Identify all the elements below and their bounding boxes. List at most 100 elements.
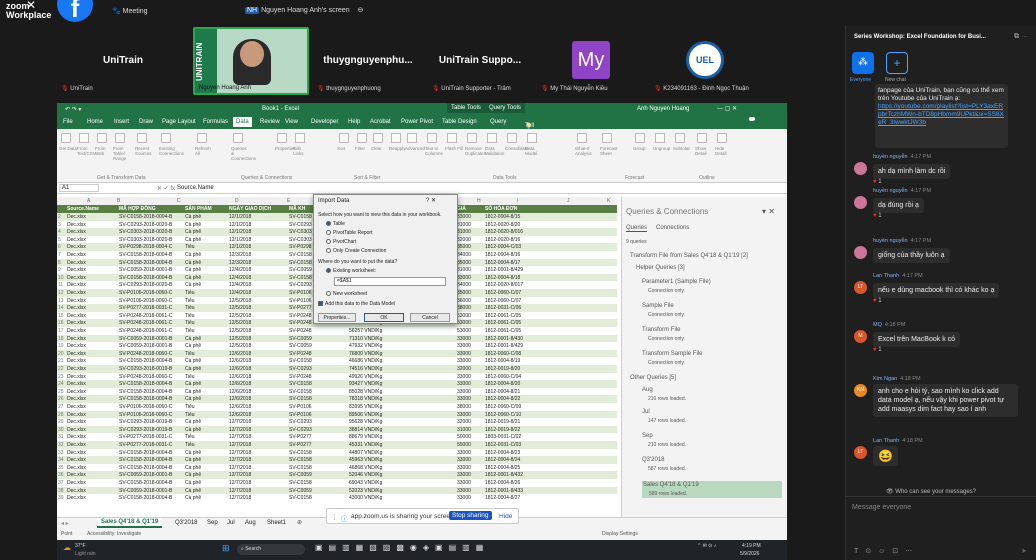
table-cell[interactable]: SV-P0277-2018-0031-C <box>119 305 172 311</box>
table-cell[interactable]: 1812-0061-C/05 <box>485 320 521 326</box>
table-cell[interactable]: 33000 <box>457 389 471 395</box>
participant-tile[interactable]: thuygnguyenphu... 🎙 thuygnguyenphuong <box>313 27 423 94</box>
column-letter[interactable]: K <box>607 198 610 204</box>
table-cell[interactable]: 31000 <box>457 229 471 235</box>
table-cell[interactable]: Cà phê <box>185 336 201 342</box>
table-row[interactable]: 29 Dec.xlsx SV-C0293-2018-0019-B Cà phê 12/7… <box>57 418 617 426</box>
panel-close-icon[interactable]: ▾ ✕ <box>762 207 775 216</box>
table-cell[interactable]: Cà phê <box>185 480 201 486</box>
drag-handle-icon[interactable]: ⋮ <box>331 513 338 521</box>
table-cell[interactable]: SV-C0303-2018-0020-B <box>119 229 172 235</box>
table-row[interactable]: 24 Dec.xlsx SV-C0158-2018-0004-B Cà phê 12/6… <box>57 380 617 388</box>
option-connection-only[interactable]: Only Create Connection <box>326 248 386 254</box>
table-cell[interactable]: 12/1/2018 <box>229 222 251 228</box>
table-cell[interactable]: 36000 <box>457 298 471 304</box>
table-cell[interactable]: SV-P0248 <box>289 320 312 326</box>
table-cell[interactable]: SV-C0059-2018-0001-B <box>119 336 172 342</box>
table-cell[interactable]: Cà phê <box>185 472 201 478</box>
table-cell[interactable]: Dec.xlsx <box>67 351 86 357</box>
table-cell[interactable]: 76800 VND/Kg <box>349 351 382 357</box>
ribbon-button-icon[interactable] <box>447 133 457 143</box>
column-letter[interactable]: J <box>567 198 570 204</box>
table-cell[interactable]: 32000 <box>457 366 471 372</box>
tab-power-pivot[interactable]: Power Pivot <box>401 119 433 125</box>
table-cell[interactable]: 1812-0001-8/430 <box>485 336 523 342</box>
query-item[interactable]: Jul 147 rows loaded. <box>642 409 782 424</box>
table-cell[interactable]: 12/7/2018 <box>229 434 251 440</box>
column-letter[interactable]: E <box>287 198 290 204</box>
tab-query[interactable]: Query <box>490 119 506 125</box>
table-cell[interactable]: 12/7/2018 <box>229 457 251 463</box>
formula-input[interactable]: Source.Name <box>177 185 214 191</box>
query-item[interactable]: Aug 210 rows loaded. <box>642 387 782 402</box>
table-row[interactable]: 39 Dec.xlsx SV-C0158-2018-0004-B Cà phê 12/7… <box>57 494 617 502</box>
table-cell[interactable]: 33000 <box>457 275 471 281</box>
table-cell[interactable]: SV-P0248 <box>289 313 312 319</box>
table-cell[interactable]: SV-P0248-2018-0061-C <box>119 328 172 334</box>
tab-table-design[interactable]: Table Design <box>442 119 477 125</box>
table-cell[interactable]: SV-C0158-2018-0004-B <box>119 480 172 486</box>
ribbon-button-icon[interactable] <box>697 133 707 143</box>
tab-draw[interactable]: Draw <box>139 119 153 125</box>
table-cell[interactable]: 12/7/2018 <box>229 480 251 486</box>
cancel-button[interactable]: Cancel <box>410 313 450 322</box>
table-cell[interactable]: 12/5/2018 <box>229 320 251 326</box>
table-cell[interactable]: 1812-0020-8/016 <box>485 229 523 235</box>
share-title-bar[interactable]: NH Nguyen Hoang Anh's screen ⊖ <box>245 6 363 14</box>
table-row[interactable]: 18 Dec.xlsx SV-C0059-2018-0001-B Cà phê 12/5… <box>57 334 617 343</box>
sheet-tab[interactable]: Q3'2018 <box>175 520 198 526</box>
table-cell[interactable]: 12/4/2018 <box>229 267 251 273</box>
table-cell[interactable]: Dec.xlsx <box>67 434 86 440</box>
table-cell[interactable]: Cà phê <box>185 222 201 228</box>
ribbon-button-icon[interactable] <box>97 133 107 143</box>
table-cell[interactable]: 1812-0060-C/08 <box>485 351 521 357</box>
table-cell[interactable]: 35000 <box>457 260 471 266</box>
table-cell[interactable]: 12/6/2018 <box>229 358 251 364</box>
table-cell[interactable]: 44807 VND/Kg <box>349 450 382 456</box>
ribbon-button-icon[interactable] <box>233 133 243 143</box>
table-cell[interactable]: 35000 <box>457 244 471 250</box>
popout-icon[interactable]: ⧉ ⋯ <box>1014 33 1028 41</box>
column-letter[interactable]: C <box>177 198 181 204</box>
send-icon[interactable]: ➤ <box>1021 547 1027 555</box>
table-cell[interactable]: SV-P0106 <box>289 290 312 296</box>
table-cell[interactable]: 33000 <box>457 214 471 220</box>
query-item[interactable]: Other Queries [5] <box>630 375 782 381</box>
column-letter[interactable]: A <box>87 198 90 204</box>
ribbon-button-icon[interactable] <box>427 133 437 143</box>
option-table[interactable]: Table <box>326 221 345 227</box>
table-cell[interactable]: 31000 <box>457 267 471 273</box>
autosave-icon[interactable]: ↶ ↷ ▾ <box>65 106 81 113</box>
table-cell[interactable]: 1812-0031-C/06 <box>485 305 521 311</box>
table-cell[interactable]: 38000 <box>457 404 471 410</box>
tray-icon[interactable]: ⌃ ✉ ⊙ ♪ <box>697 543 716 549</box>
ribbon-button-icon[interactable] <box>467 133 477 143</box>
table-cell[interactable]: Tiêu <box>185 305 195 311</box>
table-cell[interactable]: 1812-0004-8/16 <box>485 252 520 258</box>
table-cell[interactable]: SV-P0106-2018-0060-C <box>119 404 172 410</box>
table-cell[interactable]: 33000 <box>457 396 471 402</box>
table-cell[interactable]: Tiêu <box>185 298 195 304</box>
table-cell[interactable]: Tiêu <box>185 374 195 380</box>
table-cell[interactable]: Tiêu <box>185 320 195 326</box>
query-item[interactable]: Transform File Connection only. <box>642 327 782 342</box>
table-cell[interactable]: Dec.xlsx <box>67 412 86 418</box>
table-cell[interactable]: SV-C0158-2018-0004-B <box>119 450 172 456</box>
table-header-cell[interactable]: SỐ HÓA ĐƠN <box>485 206 517 212</box>
table-cell[interactable]: SV-C0059 <box>289 267 312 273</box>
table-cell[interactable]: SV-C0158 <box>289 358 312 364</box>
sheet-tab-active[interactable]: Sales Q4'18 & Q1'19 <box>97 518 163 528</box>
table-cell[interactable]: Dec.xlsx <box>67 427 86 433</box>
table-cell[interactable]: 12/6/2018 <box>229 404 251 410</box>
stop-sharing-button[interactable]: Stop sharing <box>449 511 492 520</box>
new-chat-icon[interactable]: + <box>886 52 908 74</box>
table-cell[interactable]: SV-P0298-2018-0004-C <box>119 244 172 250</box>
table-cell[interactable]: SV-P0277 <box>289 442 312 448</box>
table-cell[interactable]: Dec.xlsx <box>67 389 86 395</box>
ribbon-button-icon[interactable] <box>577 133 587 143</box>
table-cell[interactable]: SV-P0248-2018-0060-C <box>119 351 172 357</box>
table-cell[interactable]: SV-P0248-2018-0061-C <box>119 313 172 319</box>
everyone-icon[interactable]: ⁂ <box>852 52 874 74</box>
ribbon-button-icon[interactable] <box>295 133 305 143</box>
table-cell[interactable]: 12/1/2018 <box>229 229 251 235</box>
